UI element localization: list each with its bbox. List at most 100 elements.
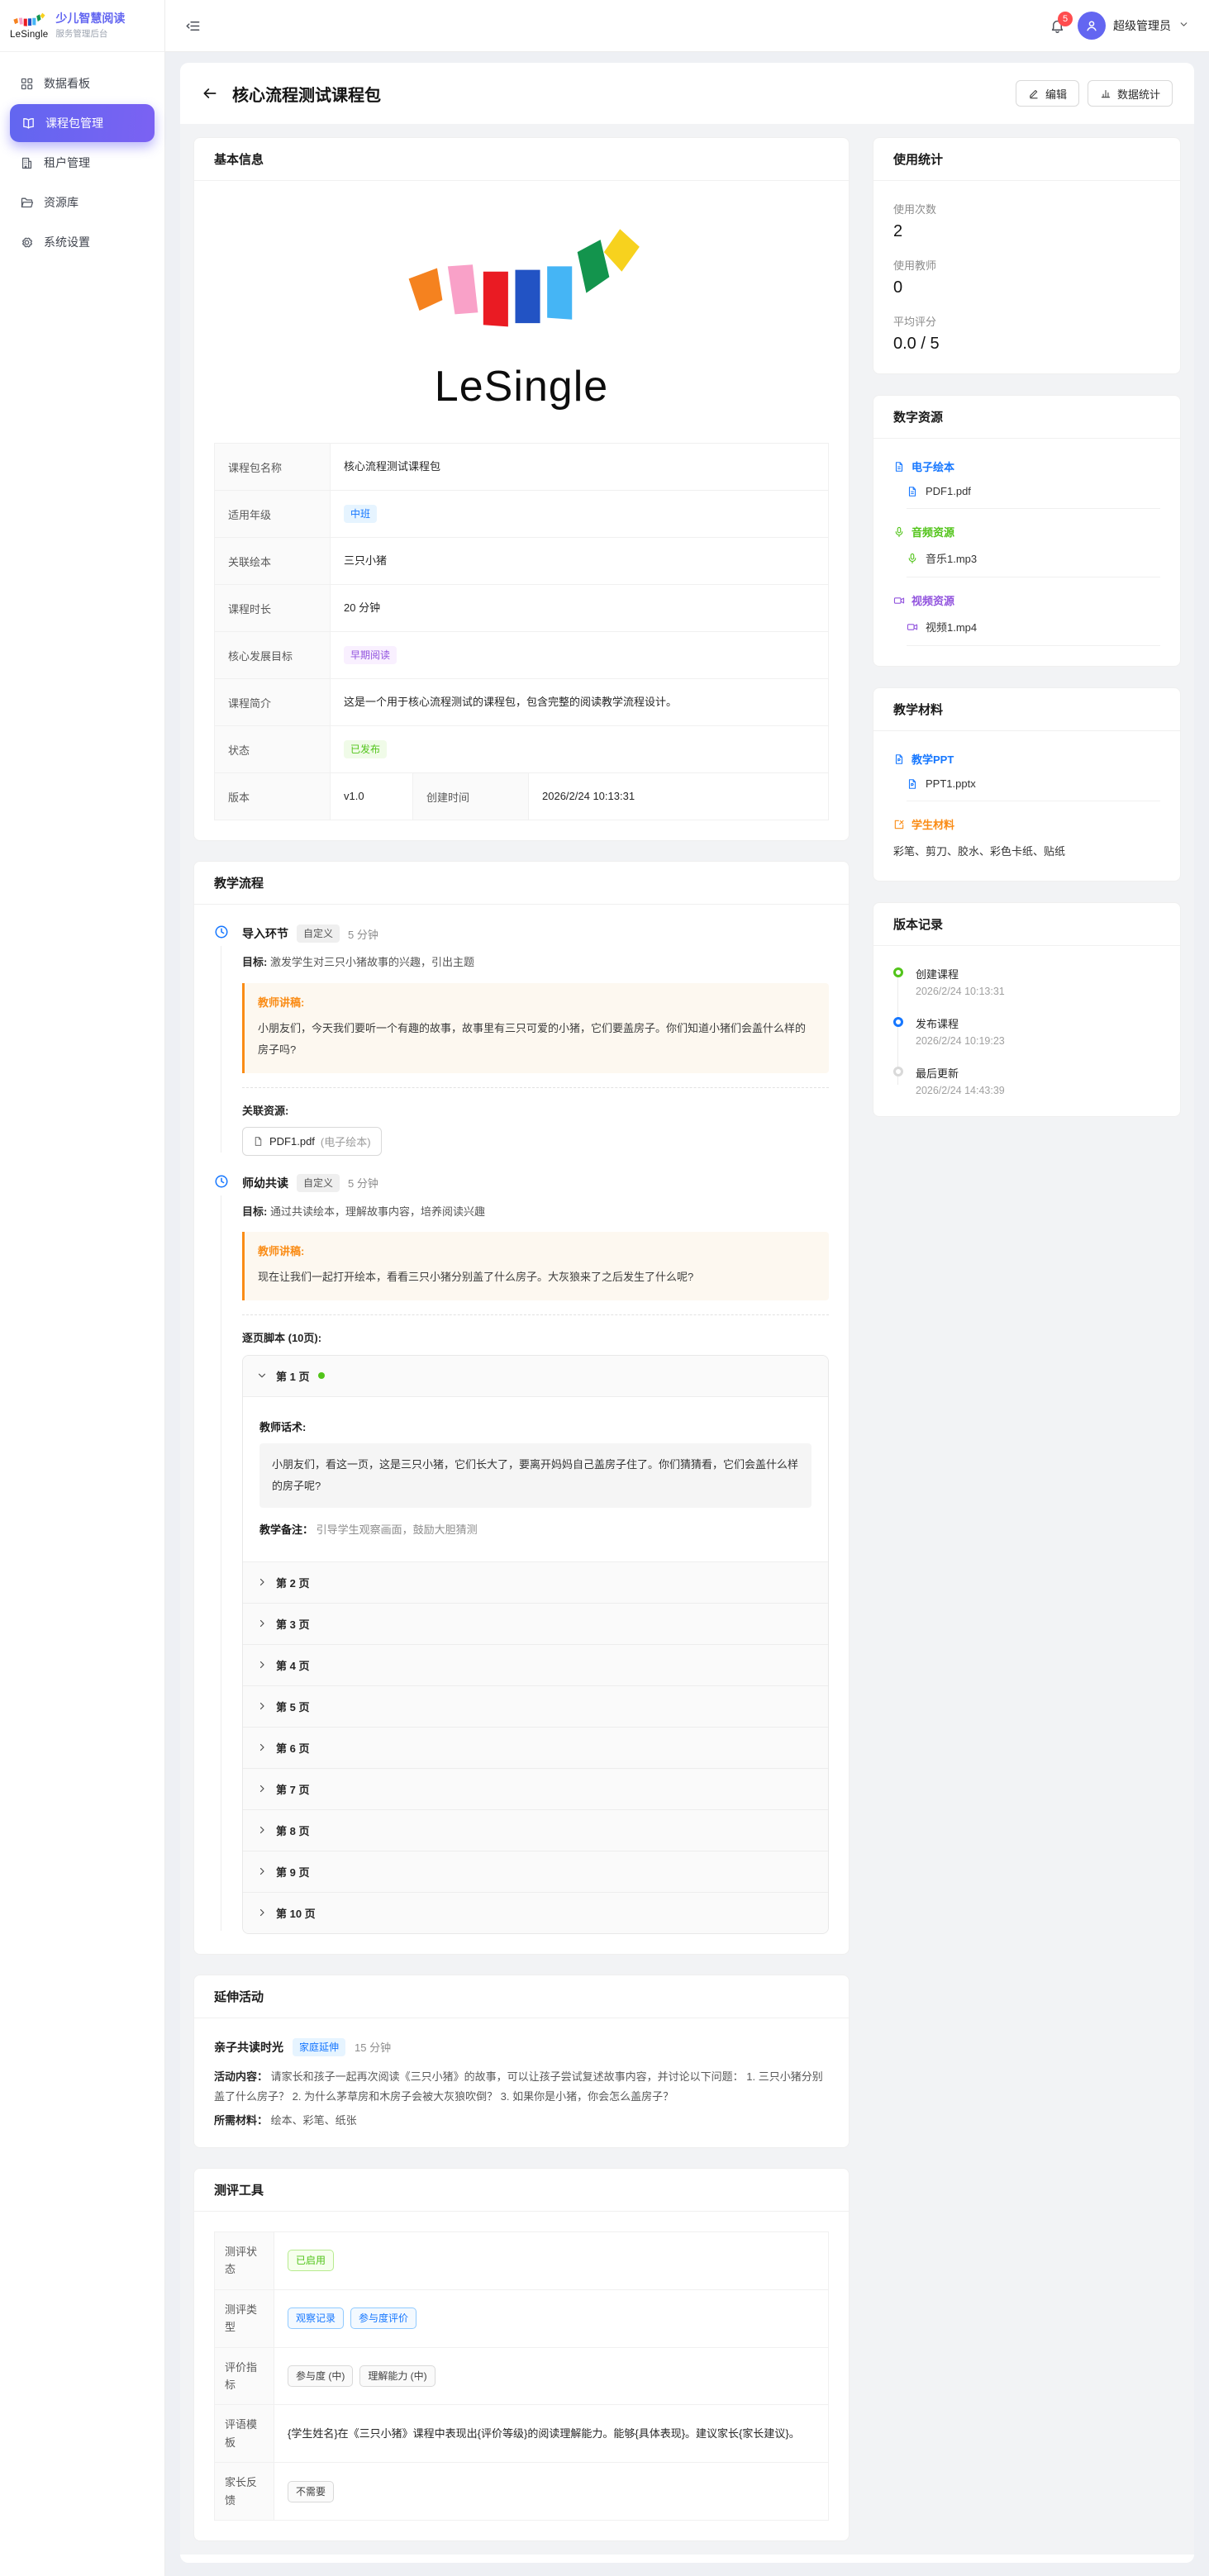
sidebar-item-resources[interactable]: 资源库: [0, 183, 164, 221]
row-label: 版本: [215, 773, 331, 820]
page: 核心流程测试课程包 编辑 数据统计: [165, 52, 1209, 2576]
page-container: 核心流程测试课程包 编辑 数据统计: [180, 63, 1194, 2563]
row-label: 测评类型: [215, 2290, 274, 2347]
basic-info-table: 课程包名称 核心流程测试课程包 适用年级 中班 关联绘本: [214, 443, 829, 820]
file-name: 视频1.mp4: [926, 619, 977, 634]
logo-arc-icon: [10, 12, 48, 31]
teacher-talk-text: 小朋友们，看这一页，这是三只小猪，它们长大了，要离开妈妈自己盖房子住了。你们猜猜…: [259, 1443, 812, 1508]
stat-value: 0: [893, 278, 1160, 297]
group-label-text: 视频资源: [912, 592, 954, 608]
script-label: 教师讲稿:: [258, 994, 816, 1010]
arrow-left-icon: [202, 85, 218, 102]
resource-file[interactable]: 视频1.mp4: [907, 619, 1160, 646]
assessment-type-badge: 观察记录: [288, 2307, 344, 2329]
app-root: LeSingle 少儿智慧阅读 服务管理后台 数据看板 课程包管理 租户管理: [0, 0, 1209, 2576]
clock-icon: [214, 924, 229, 939]
video-camera-icon: [907, 621, 918, 633]
app-name: 少儿智慧阅读: [55, 12, 125, 26]
back-button[interactable]: [202, 85, 218, 102]
card-title: 延伸活动: [194, 1975, 849, 2018]
event-time: 2026/2/24 10:19:23: [916, 1035, 1160, 1047]
page-row-label: 第 8 页: [276, 1823, 309, 1838]
row-value: 核心流程测试课程包: [331, 444, 828, 490]
table-row: 评语模板 {学生姓名}在《三只小猪》课程中表现出{评价等级}的阅读理解能力。能够…: [215, 2404, 828, 2462]
resource-file[interactable]: PPT1.pptx: [907, 777, 1160, 801]
sidebar-collapse-button[interactable]: [185, 18, 201, 34]
activity-content-text: 请家长和孩子一起再次阅读《三只小猪》的故事，可以让孩子尝试复述故事内容，并讨论以…: [214, 2070, 823, 2103]
goal-label: 目标:: [242, 1205, 267, 1218]
accordion-row-page-5[interactable]: 第 5 页: [243, 1685, 828, 1727]
accordion-row-page-9[interactable]: 第 9 页: [243, 1851, 828, 1892]
chevron-down-icon: [257, 1371, 267, 1381]
step-duration: 5 分钟: [348, 1175, 378, 1191]
table-row: 家长反馈 不需要: [215, 2462, 828, 2520]
resource-chip[interactable]: PDF1.pdf (电子绘本): [242, 1127, 382, 1156]
gear-icon: [20, 235, 34, 250]
stat-value: 2: [893, 222, 1160, 241]
status-dot-icon: [318, 1372, 325, 1379]
resource-file[interactable]: PDF1.pdf: [907, 485, 1160, 509]
dashboard-icon: [20, 77, 34, 91]
group-label-text: 教学PPT: [912, 751, 954, 767]
event-label: 最后更新: [916, 1065, 1160, 1081]
right-column: 使用统计 使用次数 2 使用教师 0: [873, 137, 1181, 1117]
group-label-text: 音频资源: [912, 524, 954, 539]
accordion-row-page-10[interactable]: 第 10 页: [243, 1892, 828, 1933]
page-title: 核心流程测试课程包: [232, 82, 381, 106]
file-name: 音乐1.mp3: [926, 550, 977, 566]
created-time-value: 2026/2/24 10:13:31: [529, 773, 828, 820]
edit-button-label: 编辑: [1045, 86, 1067, 102]
table-row: 关联绘本 三只小猪: [215, 537, 828, 584]
group-label-text: 学生材料: [912, 816, 954, 832]
assessment-tools-card: 测评工具 测评状态 已启用: [193, 2168, 850, 2541]
card-title: 教学流程: [194, 862, 849, 905]
page-row-label: 第 7 页: [276, 1781, 309, 1797]
accordion-row-page-4[interactable]: 第 4 页: [243, 1644, 828, 1685]
ppt-file-icon: [893, 753, 905, 765]
resource-type-tag: (电子绘本): [321, 1134, 371, 1149]
data-stats-button[interactable]: 数据统计: [1088, 80, 1173, 107]
user-menu[interactable]: 超级管理员: [1078, 12, 1189, 40]
sidebar-item-dashboard[interactable]: 数据看板: [0, 64, 164, 102]
step-header: 导入环节 自定义 5 分钟: [242, 924, 829, 943]
grade-badge: 中班: [344, 505, 377, 523]
accordion-row-page-3[interactable]: 第 3 页: [243, 1603, 828, 1644]
step-header: 师幼共读 自定义 5 分钟: [242, 1174, 829, 1192]
page-row-label: 第 1 页: [276, 1368, 309, 1384]
main-area: 5 超级管理员 核心流程测: [165, 0, 1209, 2576]
step-title: 师幼共读: [242, 1175, 288, 1191]
resource-file[interactable]: 音乐1.mp3: [907, 550, 1160, 577]
edit-button[interactable]: 编辑: [1016, 80, 1079, 107]
parent-feedback-badge: 不需要: [288, 2481, 334, 2502]
sidebar-item-course-packages[interactable]: 课程包管理: [10, 104, 155, 142]
accordion-row-page-7[interactable]: 第 7 页: [243, 1768, 828, 1809]
avatar: [1078, 12, 1106, 40]
page-row-label: 第 10 页: [276, 1905, 316, 1921]
page-header: 核心流程测试课程包 编辑 数据统计: [180, 63, 1194, 124]
user-icon: [1084, 18, 1099, 33]
table-row: 适用年级 中班: [215, 490, 828, 537]
notifications-button[interactable]: 5: [1050, 18, 1065, 34]
row-label: 核心发展目标: [215, 632, 331, 678]
stat-label: 平均评分: [893, 313, 1160, 329]
accordion-row-page-8[interactable]: 第 8 页: [243, 1809, 828, 1851]
teaching-materials-body: 教学PPT PPT1.pptx: [873, 731, 1180, 881]
page-row-label: 第 4 页: [276, 1657, 309, 1673]
notification-badge: 5: [1058, 12, 1073, 26]
topbar-right: 5 超级管理员: [1050, 12, 1189, 40]
sidebar: LeSingle 少儿智慧阅读 服务管理后台 数据看板 课程包管理 租户管理: [0, 0, 165, 2576]
activity-duration: 15 分钟: [355, 2039, 391, 2055]
assessment-table: 测评状态 已启用 测评类型 观察记录: [214, 2231, 829, 2521]
extension-activity-card: 延伸活动 亲子共读时光 家庭延伸 15 分钟 活动内容： 请家长和孩子一起再次阅…: [193, 1975, 850, 2148]
resource-group-ebook: 电子绘本 PDF1.pdf: [893, 459, 1160, 509]
accordion-row-page-1[interactable]: 第 1 页: [243, 1356, 828, 1396]
chevron-right-icon: [257, 1784, 267, 1794]
teacher-script-box: 教师讲稿: 现在让我们一起打开绘本，看看三只小猪分别盖了什么房子。大灰狼来了之后…: [242, 1232, 829, 1300]
sidebar-item-settings[interactable]: 系统设置: [0, 223, 164, 261]
brand-text: 少儿智慧阅读 服务管理后台: [55, 12, 125, 40]
goal-badge: 早期阅读: [344, 646, 397, 664]
sidebar-item-tenants[interactable]: 租户管理: [0, 144, 164, 182]
accordion-row-page-6[interactable]: 第 6 页: [243, 1727, 828, 1768]
accordion-row-page-2[interactable]: 第 2 页: [243, 1561, 828, 1603]
row-value: 20 分钟: [331, 585, 828, 631]
